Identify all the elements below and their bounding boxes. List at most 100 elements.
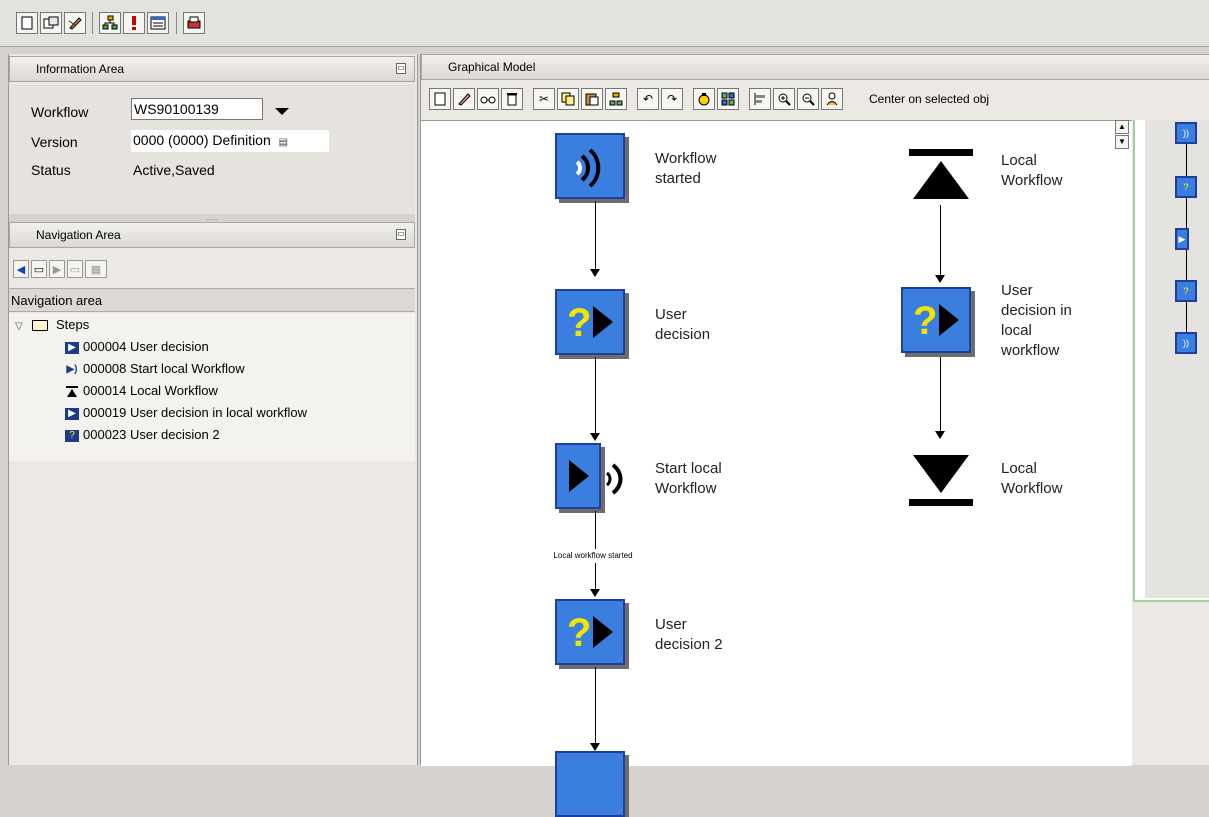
svg-text:?: ? — [567, 611, 591, 654]
copy-icon[interactable] — [557, 88, 579, 110]
undo-icon[interactable]: ↶ — [637, 88, 659, 110]
glasses-icon[interactable] — [477, 88, 499, 110]
display-window-icon[interactable] — [147, 12, 169, 34]
center-on-selected-button[interactable]: Center on selected obj — [869, 88, 1209, 110]
user-decision-local-node[interactable]: ? — [901, 287, 971, 353]
local-workflow-icon — [65, 385, 79, 398]
structure-icon[interactable] — [605, 88, 627, 110]
edge-line — [595, 201, 596, 269]
paste-icon[interactable] — [581, 88, 603, 110]
arrow-icon — [935, 431, 945, 439]
navigation-area-column-header: Navigation area — [9, 288, 415, 312]
arrow-icon — [590, 433, 600, 441]
tree-item-000004[interactable]: ▶ 000004 User decision — [65, 337, 209, 357]
edge-line — [595, 357, 596, 433]
arrow-icon — [590, 269, 600, 277]
information-area-close-icon[interactable]: ▭ — [396, 63, 406, 74]
navigation-area-header: Navigation Area ▭ — [9, 222, 415, 248]
mini-user-decision-icon: ? — [1175, 176, 1197, 198]
create-object-icon[interactable] — [40, 12, 62, 34]
tree-structure-icon[interactable] — [99, 12, 121, 34]
collapse-icon[interactable]: ▽ — [15, 321, 23, 332]
zoom-in-icon[interactable] — [773, 88, 795, 110]
tree-item-000014[interactable]: 000014 Local Workflow — [65, 381, 218, 401]
forward-icon[interactable]: ▶ — [49, 260, 65, 278]
main-toolbar — [0, 0, 1209, 47]
svg-text:?: ? — [913, 299, 937, 342]
exclamation-icon[interactable] — [123, 12, 145, 34]
graphical-model-panel: Graphical Model ✂ ↶ ↷ Center on selected… — [420, 54, 1209, 817]
user-decision-2-node[interactable]: ? — [555, 599, 625, 665]
edit-pen-icon[interactable] — [64, 12, 86, 34]
user-decision-node[interactable]: ? — [555, 289, 625, 355]
user-decision-local-label: User decision in local workflow — [1001, 282, 1072, 359]
print-icon[interactable] — [183, 12, 205, 34]
folder-icon — [32, 320, 49, 332]
user-decision-icon: ? — [913, 299, 959, 342]
back-list-icon[interactable]: ▭ — [31, 260, 47, 278]
workflow-label: Workflow — [31, 104, 89, 120]
pencil-icon[interactable] — [453, 88, 475, 110]
forward-list-icon[interactable]: ▭ — [67, 260, 83, 278]
information-area: Workflow WS90100139 Version 0000 (0000) … — [9, 84, 415, 214]
redo-icon[interactable]: ↷ — [661, 88, 683, 110]
user-decision-label: User decision — [655, 306, 711, 343]
graphical-model-title: Graphical Model — [448, 60, 536, 74]
align-icon[interactable] — [749, 88, 771, 110]
user-decision-icon: ? — [567, 301, 613, 344]
start-local-workflow-node[interactable] — [555, 443, 601, 509]
user-decision-icon: ? — [65, 429, 79, 442]
person-icon[interactable] — [821, 88, 843, 110]
edge-label: Local workflow started — [545, 549, 641, 563]
layout-icon[interactable] — [717, 88, 739, 110]
start-local-workflow-icon: ▶) — [66, 363, 78, 375]
version-field[interactable]: 0000 (0000) Definition ▤ — [131, 130, 329, 152]
mini-user-decision-2-icon: ? — [1175, 280, 1197, 302]
start-local-workflow-icon — [569, 460, 589, 492]
scroll-up-icon[interactable]: ▲ — [1115, 120, 1129, 134]
information-area-title: Information Area — [36, 62, 125, 76]
local-workflow-end-icon — [909, 455, 973, 506]
zoom-out-icon[interactable] — [797, 88, 819, 110]
workflow-dropdown-icon[interactable] — [275, 108, 289, 115]
left-panel: Information Area ▭ Workflow WS90100139 V… — [8, 54, 418, 765]
overview-minimap[interactable]: ▲ ▼ )) ? ▶ ? )) — [1115, 120, 1209, 602]
graph-canvas[interactable]: Workflow started ? User decision Start l… — [421, 120, 1132, 817]
next-node[interactable] — [555, 751, 625, 817]
workflow-started-label: Workflow started — [655, 150, 717, 187]
tree-item-000023[interactable]: ? 000023 User decision 2 — [65, 425, 220, 445]
tree-item-000008[interactable]: ▶) 000008 Start local Workflow — [65, 359, 244, 379]
back-icon[interactable]: ◀ — [13, 260, 29, 278]
expand-all-icon[interactable]: ▦ — [85, 260, 107, 278]
workflow-input[interactable]: WS90100139 — [131, 98, 263, 120]
edge-line — [940, 357, 941, 431]
steps-tree: ▽ Steps ▶ 000004 User decision ▶) 000008 S… — [9, 313, 415, 461]
version-label: Version — [31, 134, 78, 150]
mini-next-node-icon: )) — [1175, 332, 1197, 354]
scroll-down-icon[interactable]: ▼ — [1115, 135, 1129, 149]
edge-line — [595, 667, 596, 743]
user-decision-icon: ▶ — [65, 407, 79, 420]
trash-icon[interactable] — [501, 88, 523, 110]
steps-folder-label: Steps — [55, 317, 90, 332]
workflow-started-node[interactable] — [555, 133, 625, 199]
user-decision-icon: ? — [567, 611, 613, 654]
new-icon[interactable] — [429, 88, 451, 110]
cut-icon[interactable]: ✂ — [533, 88, 555, 110]
steps-folder[interactable]: ▽ Steps — [15, 315, 89, 335]
version-help-icon[interactable]: ▤ — [279, 137, 288, 148]
splitter-handle[interactable]: ..... — [9, 213, 415, 222]
new-document-icon[interactable] — [16, 12, 38, 34]
arrow-icon — [935, 275, 945, 283]
navigation-area-close-icon[interactable]: ▭ — [396, 229, 406, 240]
broadcast-waves-icon — [605, 463, 623, 495]
lamp-icon[interactable] — [693, 88, 715, 110]
tree-item-000019[interactable]: ▶ 000019 User decision in local workflow — [65, 403, 307, 423]
svg-text:?: ? — [567, 301, 591, 344]
user-decision-icon: ▶ — [65, 341, 79, 354]
arrow-icon — [590, 589, 600, 597]
start-local-workflow-label: Start local Workflow — [655, 460, 722, 497]
arrow-icon — [590, 743, 600, 751]
mini-start-local-icon: ▶ — [1175, 228, 1189, 250]
local-workflow-bottom-label: Local Workflow — [1001, 460, 1063, 497]
